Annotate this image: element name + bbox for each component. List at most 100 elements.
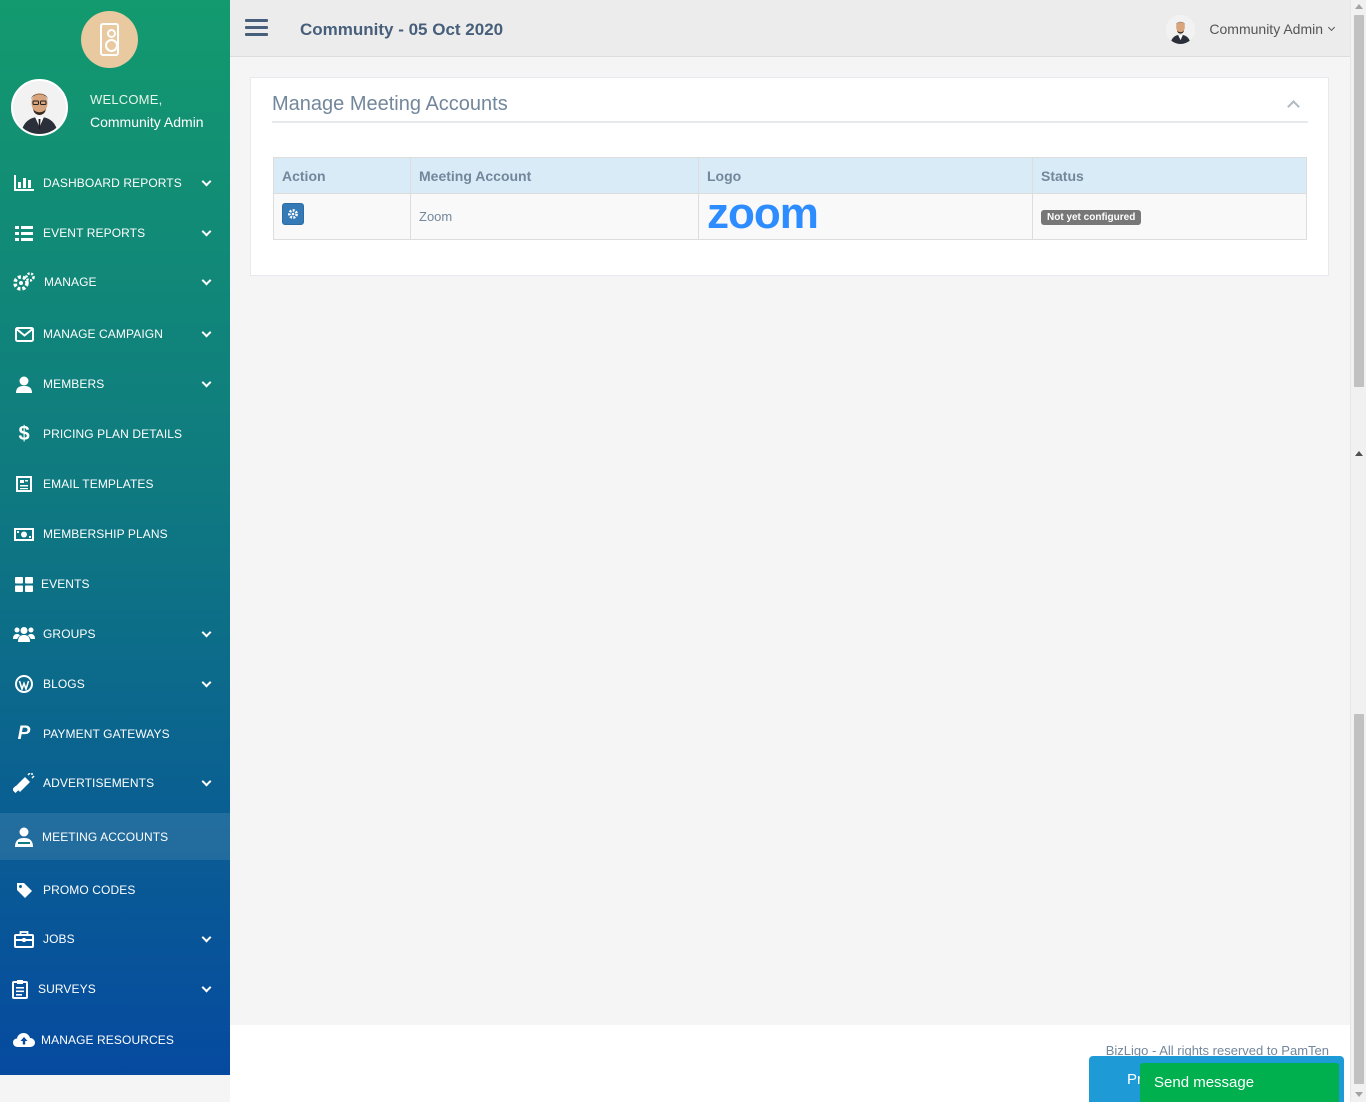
sidebar-item-event-reports[interactable]: EVENT REPORTS <box>0 208 230 258</box>
sidebar-item-surveys[interactable]: SURVEYS <box>0 964 230 1014</box>
status-badge: Not yet configured <box>1041 210 1142 225</box>
sidebar-item-membership-plans[interactable]: MEMBERSHIP PLANS <box>0 509 230 559</box>
sidebar-item-manage-resources[interactable]: MANAGE RESOURCES <box>0 1015 230 1065</box>
configure-button[interactable] <box>282 203 304 225</box>
status-cell: Not yet configured <box>1032 193 1307 240</box>
chevron-down-icon <box>201 677 212 687</box>
logo-cell: zoom <box>698 191 1033 240</box>
chevron-down-icon <box>201 932 212 942</box>
sidebar-item-members[interactable]: MEMBERS <box>0 359 230 409</box>
th-large-icon <box>12 573 36 595</box>
brand-logo[interactable] <box>81 11 138 68</box>
bar-chart-icon <box>12 172 36 194</box>
gear-icon <box>288 209 298 219</box>
bullhorn-icon <box>12 772 36 794</box>
money-icon <box>12 523 36 545</box>
meeting-account-cell: Zoom <box>410 193 699 240</box>
sidebar-item-label: BLOGS <box>43 677 85 691</box>
sidebar-item-manage-campaign[interactable]: MANAGE CAMPAIGN <box>0 309 230 359</box>
scroll-marker-icon <box>1355 451 1363 456</box>
sidebar-item-meeting-accounts[interactable]: MEETING ACCOUNTS <box>0 813 230 860</box>
chevron-down-icon <box>201 982 212 992</box>
speaker-icon <box>100 23 119 56</box>
sidebar-item-label: MEMBERS <box>43 377 105 391</box>
sidebar-item-blogs[interactable]: BLOGS <box>0 659 230 709</box>
table-row: Zoom zoom Not yet configured <box>273 191 1307 240</box>
top-header: Community - 05 Oct 2020 Community Admin <box>230 0 1350 57</box>
sidebar-item-label: PROMO CODES <box>43 883 136 897</box>
sidebar-item-label: EMAIL TEMPLATES <box>43 477 154 491</box>
scroll-thumb-secondary[interactable] <box>1354 714 1364 1084</box>
sidebar-item-label: GROUPS <box>43 627 96 641</box>
sidebar-item-label: MANAGE RESOURCES <box>41 1033 174 1047</box>
user-menu[interactable]: Community Admin <box>1166 13 1336 45</box>
scroll-down-icon[interactable] <box>1355 1092 1363 1097</box>
sidebar-item-email-templates[interactable]: EMAIL TEMPLATES <box>0 459 230 509</box>
envelope-icon <box>12 323 36 345</box>
sidebar-item-label: EVENT REPORTS <box>43 226 146 240</box>
meeting-accounts-table: Action Meeting Account Logo Status Zoom … <box>273 157 1307 240</box>
welcome-label: WELCOME, <box>90 92 163 107</box>
sidebar-item-advertisements[interactable]: ADVERTISEMENTS <box>0 758 230 808</box>
sidebar: WELCOME, Community Admin DASHBOARD REPOR… <box>0 0 230 1075</box>
user-name: Community Admin <box>1209 21 1323 37</box>
user-tie-icon <box>12 826 36 848</box>
chevron-down-icon <box>201 226 212 236</box>
profile-avatar <box>11 79 68 136</box>
paypal-icon: P <box>17 723 31 744</box>
collapse-chevron-up-icon[interactable] <box>1287 100 1300 113</box>
column-header-action: Action <box>273 157 411 194</box>
newspaper-icon <box>12 473 36 495</box>
scroll-thumb[interactable] <box>1354 15 1364 387</box>
avatar <box>1166 14 1196 44</box>
sidebar-item-label: MEMBERSHIP PLANS <box>43 527 168 541</box>
panel-divider <box>272 121 1308 123</box>
sidebar-item-events[interactable]: EVENTS <box>0 559 230 609</box>
chevron-down-icon <box>1327 23 1336 32</box>
sidebar-item-pricing-plan-details[interactable]: $ PRICING PLAN DETAILS <box>0 409 230 459</box>
column-header-status: Status <box>1032 157 1307 194</box>
sidebar-item-label: EVENTS <box>41 577 90 591</box>
menu-toggle-icon[interactable] <box>245 19 268 37</box>
send-message-label: Send message <box>1154 1074 1255 1091</box>
grid-list-icon <box>12 222 36 244</box>
chevron-down-icon <box>201 627 212 637</box>
cloud-upload-icon <box>12 1029 36 1051</box>
action-cell <box>273 193 411 240</box>
column-header-meeting-account: Meeting Account <box>410 157 699 194</box>
clipboard-icon <box>8 978 32 1000</box>
chevron-down-icon <box>201 776 212 786</box>
sidebar-item-label: MANAGE CAMPAIGN <box>43 327 163 341</box>
chevron-down-icon <box>201 275 212 285</box>
sidebar-item-promo-codes[interactable]: PROMO CODES <box>0 865 230 915</box>
page-title: Community - 05 Oct 2020 <box>300 20 504 39</box>
dollar-icon: $ <box>18 422 30 445</box>
wordpress-icon <box>12 673 36 695</box>
send-message-button[interactable]: Send message <box>1140 1063 1339 1102</box>
scroll-up-icon[interactable] <box>1355 4 1363 9</box>
sidebar-item-label: JOBS <box>43 932 75 946</box>
panel-title: Manage Meeting Accounts <box>272 93 508 115</box>
page-scrollbar[interactable] <box>1350 0 1366 1102</box>
sidebar-item-label: MANAGE <box>44 275 97 289</box>
chevron-down-icon <box>201 176 212 186</box>
sidebar-item-label: PRICING PLAN DETAILS <box>43 427 183 441</box>
users-icon <box>12 623 36 645</box>
gears-icon <box>12 271 36 293</box>
sidebar-item-jobs[interactable]: JOBS <box>0 914 230 964</box>
sidebar-item-label: PAYMENT GATEWAYS <box>43 727 170 741</box>
welcome-user-name: Community Admin <box>90 114 204 130</box>
briefcase-icon <box>12 928 36 950</box>
sidebar-item-label: DASHBOARD REPORTS <box>43 176 182 190</box>
sidebar-item-manage[interactable]: MANAGE <box>0 257 230 307</box>
chevron-down-icon <box>201 327 212 337</box>
sidebar-item-label: MEETING ACCOUNTS <box>42 829 169 844</box>
sidebar-item-payment-gateways[interactable]: P PAYMENT GATEWAYS <box>0 709 230 759</box>
sidebar-item-groups[interactable]: GROUPS <box>0 609 230 659</box>
meeting-accounts-panel: Manage Meeting Accounts Action Meeting A… <box>250 77 1329 276</box>
sidebar-item-label: SURVEYS <box>38 982 96 996</box>
sidebar-item-label: ADVERTISEMENTS <box>43 776 155 790</box>
tag-icon <box>12 879 36 901</box>
sidebar-item-dashboard-reports[interactable]: DASHBOARD REPORTS <box>0 158 230 208</box>
user-icon <box>12 373 36 395</box>
